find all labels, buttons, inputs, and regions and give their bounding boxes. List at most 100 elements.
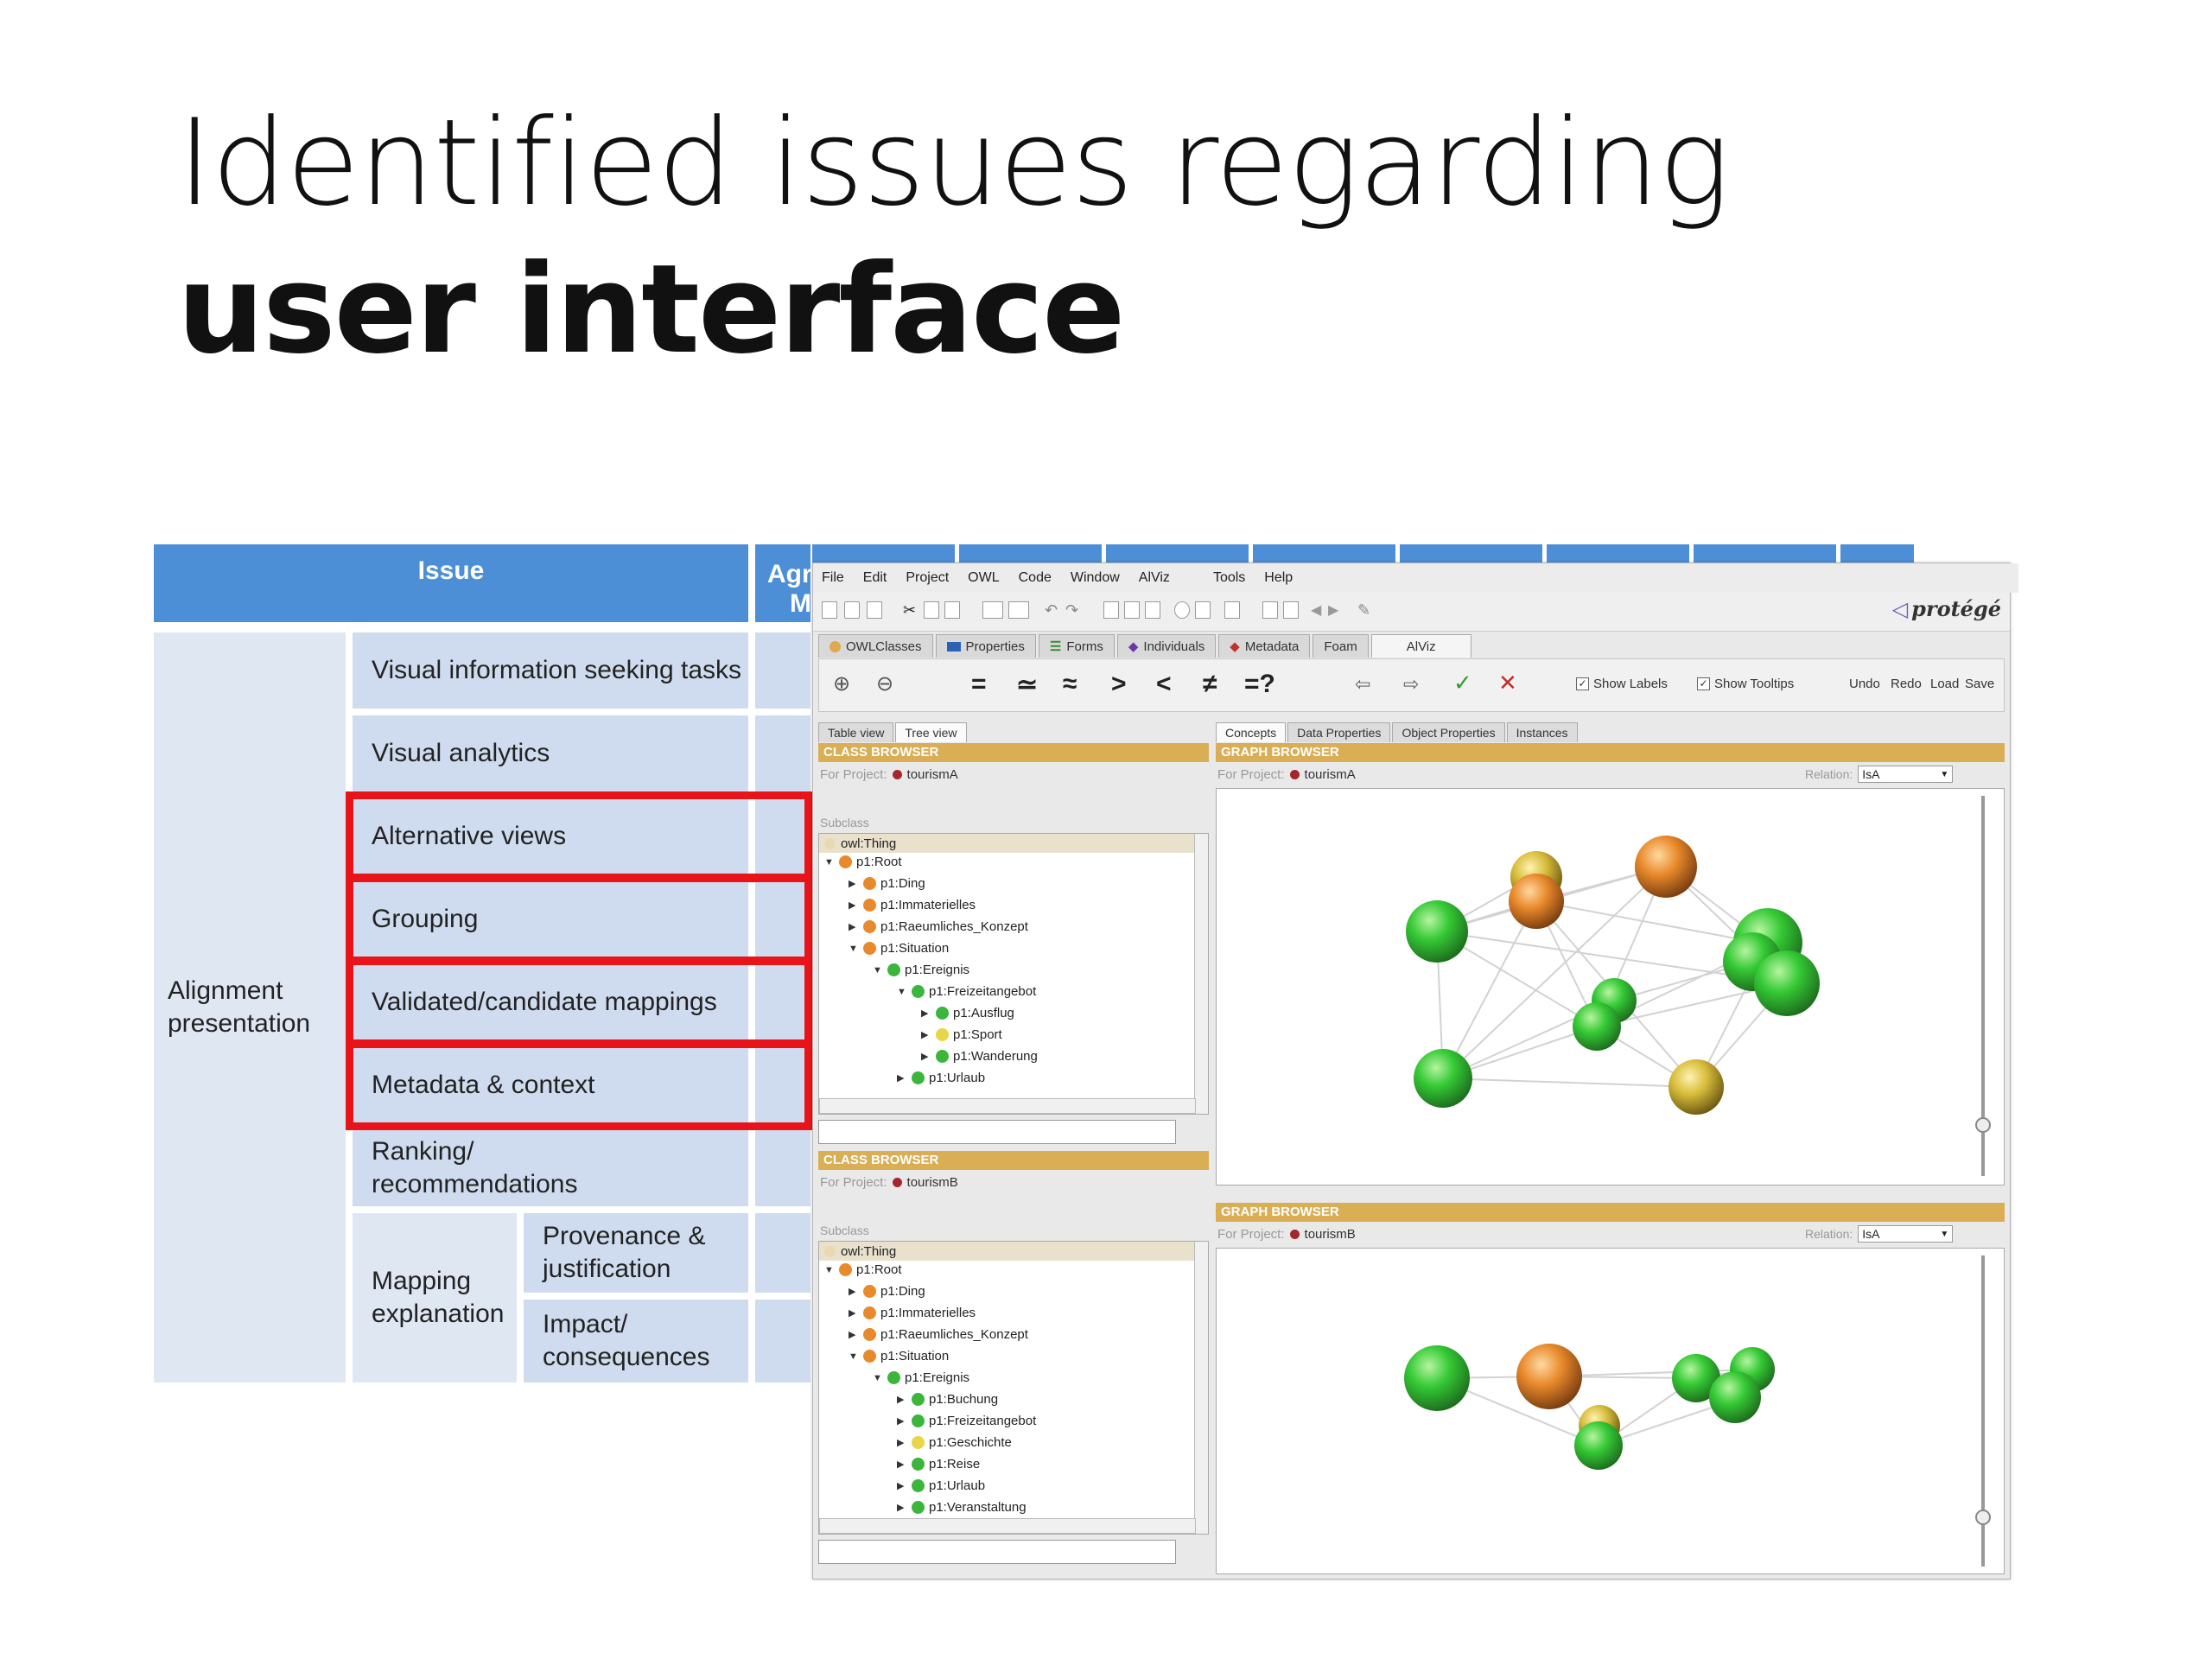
search-combo-b[interactable] [818,1540,1176,1564]
tree-node[interactable]: ▶ p1:Raeumliches_Konzept [849,1327,1028,1342]
graph-node[interactable] [1635,836,1697,898]
graph-node[interactable] [1573,1002,1621,1051]
op-less[interactable]: < [1156,670,1172,699]
tree-node[interactable]: ▶ p1:Freizeitangebot [897,1414,1036,1428]
tree-a-vertical-scrollbar[interactable] [1194,834,1208,1114]
paste-icon[interactable] [944,601,960,619]
class-tree-a[interactable]: owl:Thing ▼ p1:Root ▶ p1:Ding ▶ p1:Immateri… [818,833,1209,1115]
graph-canvas-b[interactable] [1216,1248,2005,1574]
graph-node[interactable] [1709,1371,1761,1423]
op-not-equal[interactable]: ≠ [1203,670,1217,699]
relation-select-a[interactable]: Relation: IsA ▼ [1805,766,1954,783]
redo-arrow-icon[interactable]: ↷ [1065,601,1081,619]
copy-icon[interactable] [924,601,939,619]
zoom-out-icon[interactable]: ⊖ [876,671,893,696]
show-labels-checkbox[interactable]: ✓ Show Labels [1576,677,1668,691]
tab-alviz[interactable]: AlViz [1370,634,1471,658]
menu-tools[interactable]: Tools [1213,570,1245,586]
menu-window[interactable]: Window [1071,570,1120,586]
accept-check-icon[interactable]: ✓ [1453,670,1472,696]
tree-b-horizontal-scrollbar[interactable] [819,1518,1196,1534]
tree-node[interactable]: ▼ p1:Freizeitangebot [897,984,1036,999]
menu-edit[interactable]: Edit [863,570,887,586]
reject-x-icon[interactable]: ✕ [1498,670,1517,696]
tree-node[interactable]: ▼ p1:Root [824,855,902,869]
graph-icon[interactable] [1008,601,1029,619]
tree-root[interactable]: owl:Thing [819,1242,1208,1261]
graph-node[interactable] [1404,1345,1470,1411]
zoom-slider-b-knob[interactable] [1975,1510,1991,1525]
tab-tree-view[interactable]: Tree view [895,722,967,742]
op-approx[interactable]: ≈ [1063,670,1077,699]
graph-node[interactable] [1406,900,1468,963]
table-icon[interactable] [1283,601,1299,619]
tab-data-properties[interactable]: Data Properties [1287,722,1391,742]
property-icon[interactable] [1145,601,1160,619]
op-unknown[interactable]: =? [1244,670,1275,699]
tree-node[interactable]: ▶ p1:Wanderung [921,1049,1038,1064]
tree-node[interactable]: ▶ p1:Buchung [897,1392,998,1407]
menu-code[interactable]: Code [1019,570,1052,586]
tab-table-view[interactable]: Table view [818,722,894,742]
class-tree-b[interactable]: owl:Thing ▼ p1:Root ▶ p1:Ding ▶ p1:Immateri… [818,1241,1209,1535]
menu-file[interactable]: File [822,570,844,586]
tree-node[interactable]: ▶ p1:Veranstaltung [897,1500,1027,1515]
tab-forms[interactable]: ☰ Forms [1038,634,1115,658]
tree-node[interactable]: ▶ p1:Urlaub [897,1071,985,1085]
zoom-in-icon[interactable]: ⊕ [833,671,850,696]
search-combo-a[interactable] [818,1120,1176,1144]
tab-properties[interactable]: Properties [935,634,1036,658]
graph-node[interactable] [1509,874,1564,929]
menu-alviz[interactable]: AlViz [1139,570,1170,586]
chart-icon[interactable] [982,601,1003,619]
show-tooltips-checkbox[interactable]: ✓ Show Tooltips [1697,677,1794,691]
menu-help[interactable]: Help [1264,570,1293,586]
save-button[interactable]: Save [1965,677,1994,691]
op-similar[interactable]: ≃ [1016,670,1038,700]
graph-node[interactable] [1754,950,1820,1016]
tree-a-horizontal-scrollbar[interactable] [819,1098,1196,1114]
graph-canvas-a[interactable] [1216,788,2005,1185]
run-icon[interactable] [1224,601,1240,619]
menu-owl[interactable]: OWL [968,570,999,586]
tree-node[interactable]: ▶ p1:Urlaub [897,1478,985,1493]
class-icon[interactable] [1124,601,1140,619]
tree-b-vertical-scrollbar[interactable] [1194,1242,1208,1534]
tree-node[interactable]: ▼ p1:Situation [849,941,949,956]
tree-node[interactable]: ▶ p1:Raeumliches_Konzept [849,919,1028,934]
tree-node[interactable]: ▶ p1:Sport [921,1027,1002,1042]
form-icon[interactable] [1195,601,1211,619]
undo-arrow-icon[interactable]: ↶ [1045,601,1060,619]
tree-node[interactable]: ▶ p1:Ding [849,1284,925,1299]
grid-icon[interactable] [1262,601,1278,619]
tree-node[interactable]: ▶ p1:Geschichte [897,1435,1012,1450]
tab-foam[interactable]: Foam [1313,634,1369,658]
op-equal[interactable]: = [971,670,987,699]
arrow-left-icon[interactable]: ⇦ [1355,673,1370,696]
new-file-icon[interactable] [822,601,837,619]
tree-node[interactable]: ▶ p1:Ausflug [921,1006,1014,1020]
relation-select-b[interactable]: Relation: IsA ▼ [1805,1225,1954,1243]
save-icon[interactable] [867,601,882,619]
redo-button[interactable]: Redo [1891,677,1922,691]
graph-node[interactable] [1574,1421,1623,1470]
tree-node[interactable]: ▼ p1:Situation [849,1349,949,1363]
undo-button[interactable]: Undo [1849,677,1880,691]
pin-icon[interactable]: ✎ [1357,601,1373,619]
tree-node[interactable]: ▼ p1:Ereignis [873,963,969,977]
op-greater[interactable]: > [1111,670,1127,699]
tree-node[interactable]: ▼ p1:Root [824,1262,902,1277]
load-button[interactable]: Load [1930,677,1959,691]
tree-node[interactable]: ▼ p1:Ereignis [873,1370,969,1385]
tree-node[interactable]: ▶ p1:Reise [897,1457,980,1471]
tree-node[interactable]: ▶ p1:Immaterielles [849,898,976,912]
menu-project[interactable]: Project [906,570,949,586]
graph-node[interactable] [1669,1059,1724,1115]
zoom-slider-a-knob[interactable] [1975,1117,1991,1133]
instance-icon[interactable] [1174,601,1190,619]
tab-owlclasses[interactable]: OWLClasses [818,634,933,658]
tree-node[interactable]: ▶ p1:Ding [849,876,925,891]
open-folder-icon[interactable] [844,601,860,619]
tab-concepts[interactable]: Concepts [1216,722,1287,742]
forward-icon[interactable]: ▶ [1328,601,1344,619]
